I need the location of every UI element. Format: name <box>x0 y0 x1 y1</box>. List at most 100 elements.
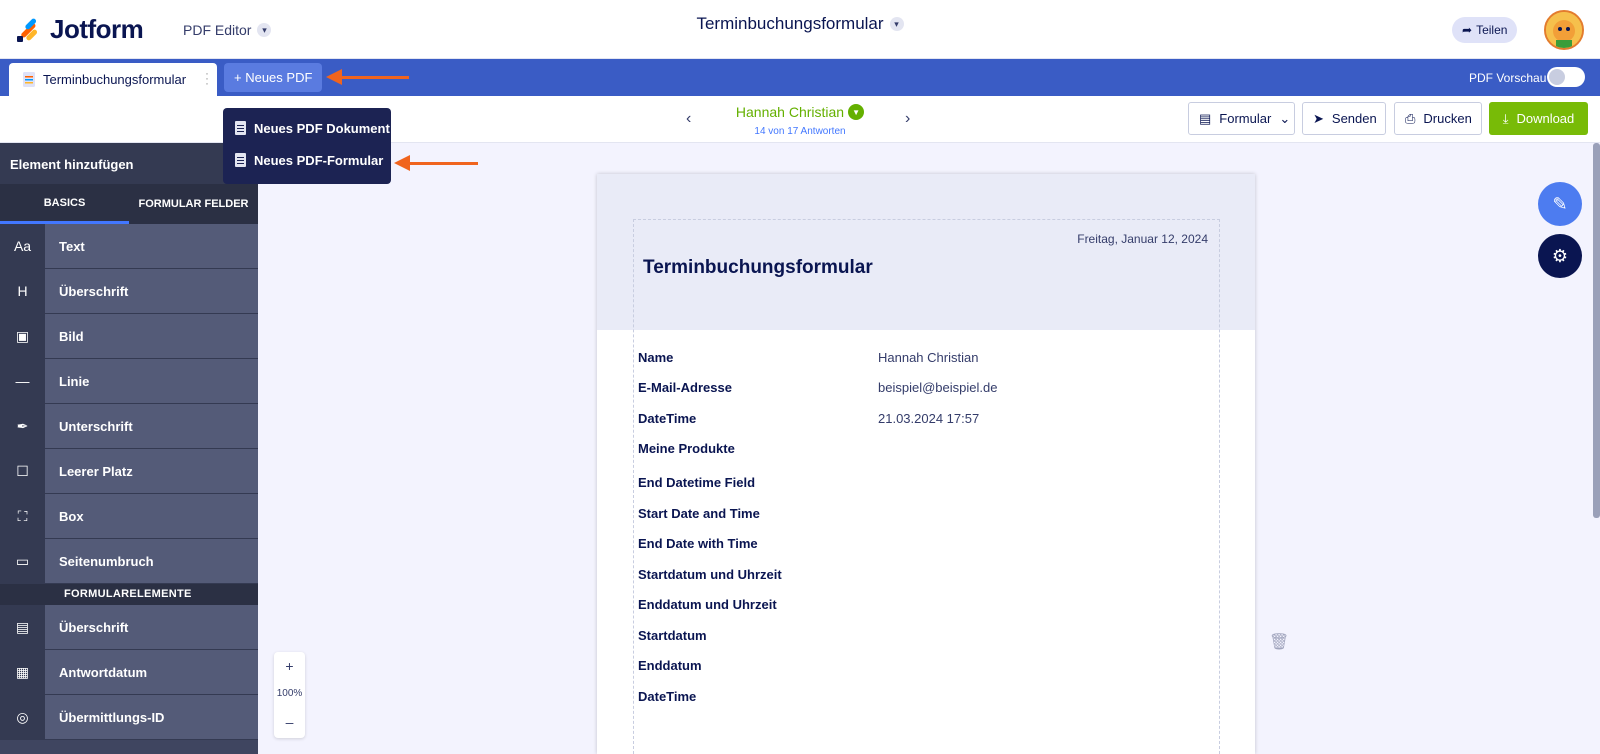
document-title[interactable]: Terminbuchungsformular ▾ <box>0 14 1600 34</box>
print-label: Drucken <box>1423 111 1472 126</box>
sidebar-tabs: BASICS FORMULAR FELDER <box>0 184 258 224</box>
sidebar-item-label: Leerer Platz <box>45 449 258 493</box>
sidebar-item-label: Text <box>45 224 258 268</box>
design-fab-button[interactable]: ✎ <box>1538 182 1582 226</box>
form-elements-list: ▤ Überschrift ▦ Antwortdatum ◎ Übermittlungs-… <box>0 605 258 740</box>
sidebar-item-label: Bild <box>45 314 258 358</box>
section-form-elements: FORMULARELEMENTE <box>0 584 258 605</box>
top-bar: Jotform PDF Editor ▾ Terminbuchungsformu… <box>0 0 1600 59</box>
sidebar-item-übermittlungs-id[interactable]: ◎ Übermittlungs-ID <box>0 695 258 740</box>
element-icon: — <box>0 359 45 403</box>
sidebar-item-label: Linie <box>45 359 258 403</box>
field-label: Meine Produkte <box>638 441 735 456</box>
send-icon: ➤ <box>1313 110 1324 126</box>
form-label: Formular <box>1219 111 1272 126</box>
pdf-preview-toggle[interactable] <box>1547 67 1585 87</box>
sidebar-item-überschrift[interactable]: ▤ Überschrift <box>0 605 258 650</box>
element-icon: H <box>0 269 45 313</box>
sidebar-item-label: Unterschrift <box>45 404 258 448</box>
sidebar-item-text[interactable]: Aa Text <box>0 224 258 269</box>
field-label: DateTime <box>638 411 697 426</box>
sidebar-item-box[interactable]: ⛶ Box <box>0 494 258 539</box>
download-button[interactable]: ⤓ Download <box>1489 102 1588 135</box>
annotation-arrow <box>326 69 409 85</box>
field-label: Enddatum <box>638 658 702 673</box>
sidebar-item-unterschrift[interactable]: ✒ Unterschrift <box>0 404 258 449</box>
sidebar-item-label: Box <box>45 494 258 538</box>
send-label: Senden <box>1331 111 1377 126</box>
tab-basics[interactable]: BASICS <box>0 184 129 224</box>
zoom-out-button[interactable]: – <box>274 708 305 736</box>
sidebar-item-antwortdatum[interactable]: ▦ Antwortdatum <box>0 650 258 695</box>
element-icon: ☐ <box>0 449 45 493</box>
sidebar-item-überschrift[interactable]: H Überschrift <box>0 269 258 314</box>
chevron-down-icon: ▼ <box>848 104 865 120</box>
document-icon <box>235 153 246 167</box>
zoom-control: + 100% – <box>274 652 305 738</box>
pdf-canvas: Freitag, Januar 12, 2024 Terminbuchungsf… <box>258 143 1600 754</box>
avatar-image <box>1546 12 1582 48</box>
field-label: Startdatum und Uhrzeit <box>638 567 782 582</box>
sidebar-item-label: Antwortdatum <box>45 650 258 694</box>
settings-fab-button[interactable]: ⚙ <box>1538 234 1582 278</box>
document-tab[interactable]: Terminbuchungsformular · · · <box>9 63 217 96</box>
field-label: End Datetime Field <box>638 475 756 490</box>
sidebar-item-leerer-platz[interactable]: ☐ Leerer Platz <box>0 449 258 494</box>
element-sidebar: Element hinzufügen BASICS FORMULAR FELDE… <box>0 143 258 754</box>
field-label: Enddatum und Uhrzeit <box>638 597 777 612</box>
document-tab-label: Terminbuchungsformular <box>43 72 187 87</box>
form-dropdown-button[interactable]: ▤ Formular ⌄ <box>1188 102 1295 135</box>
form-icon: ▤ <box>1199 110 1212 126</box>
field-label: Start Date and Time <box>638 506 760 521</box>
pdf-page[interactable]: Freitag, Januar 12, 2024 Terminbuchungsf… <box>597 174 1255 754</box>
menu-item-new-pdf-form[interactable]: Neues PDF-Formular <box>223 144 391 176</box>
element-icon: ▦ <box>0 650 45 694</box>
zoom-level: 100% <box>276 688 303 699</box>
page-title: Terminbuchungsformular <box>643 257 873 278</box>
scrollbar[interactable] <box>1593 143 1600 518</box>
field-value: Hannah Christian <box>878 350 979 365</box>
zoom-in-button[interactable]: + <box>274 652 305 680</box>
sidebar-item-label: Übermittlungs-ID <box>45 695 258 739</box>
field-label: Name <box>638 350 674 365</box>
print-button[interactable]: ⎙ Drucken <box>1394 102 1482 135</box>
document-icon <box>23 72 35 87</box>
chevron-down-icon: ▾ <box>889 17 904 31</box>
trash-icon[interactable]: 🗑 <box>1269 632 1289 652</box>
sidebar-item-label: Überschrift <box>45 269 258 313</box>
menu-item-new-pdf-document[interactable]: Neues PDF Dokument <box>223 112 391 144</box>
element-icon: ▣ <box>0 314 45 358</box>
element-icon: ▭ <box>0 539 45 583</box>
respondent-name: Hannah Christian <box>735 104 845 120</box>
basics-list: Aa Text H Überschrift ▣ Bild — Linie ✒ Unterschri… <box>0 224 258 584</box>
send-button[interactable]: ➤ Senden <box>1302 102 1386 135</box>
document-tab-bar: Terminbuchungsformular · · · + Neues PDF P… <box>0 59 1600 96</box>
field-label: Startdatum <box>638 628 707 643</box>
sidebar-item-bild[interactable]: ▣ Bild <box>0 314 258 359</box>
element-icon: ⛶ <box>0 494 45 538</box>
field-label: DateTime <box>638 689 697 704</box>
sidebar-item-label: Seitenumbruch <box>45 539 258 583</box>
chevron-down-icon: ⌄ <box>1279 110 1291 126</box>
menu-item-label: Neues PDF-Formular <box>254 152 384 168</box>
element-icon: ◎ <box>0 695 45 739</box>
share-icon: ➦ <box>1462 23 1473 37</box>
next-response-icon[interactable]: › <box>905 110 910 128</box>
new-pdf-button[interactable]: + Neues PDF <box>224 63 323 92</box>
download-icon: ⤓ <box>1502 110 1509 126</box>
document-title-text: Terminbuchungsformular <box>696 14 884 33</box>
annotation-arrow <box>394 155 478 171</box>
gear-icon: ⚙ <box>1551 245 1569 266</box>
sidebar-item-seitenumbruch[interactable]: ▭ Seitenumbruch <box>0 539 258 584</box>
sidebar-item-linie[interactable]: — Linie <box>0 359 258 404</box>
field-value: beispiel@beispiel.de <box>878 380 998 395</box>
download-label: Download <box>1516 111 1575 126</box>
field-label: E-Mail-Adresse <box>638 380 732 395</box>
tab-form-fields[interactable]: FORMULAR FELDER <box>129 184 258 224</box>
page-date: Freitag, Januar 12, 2024 <box>1077 232 1208 246</box>
share-button[interactable]: ➦ Teilen <box>1452 17 1518 43</box>
field-label: End Date with Time <box>638 536 758 551</box>
more-options-icon[interactable]: · · · <box>205 67 209 89</box>
pdf-preview-label: PDF Vorschau <box>1469 71 1547 85</box>
avatar[interactable] <box>1544 10 1584 50</box>
